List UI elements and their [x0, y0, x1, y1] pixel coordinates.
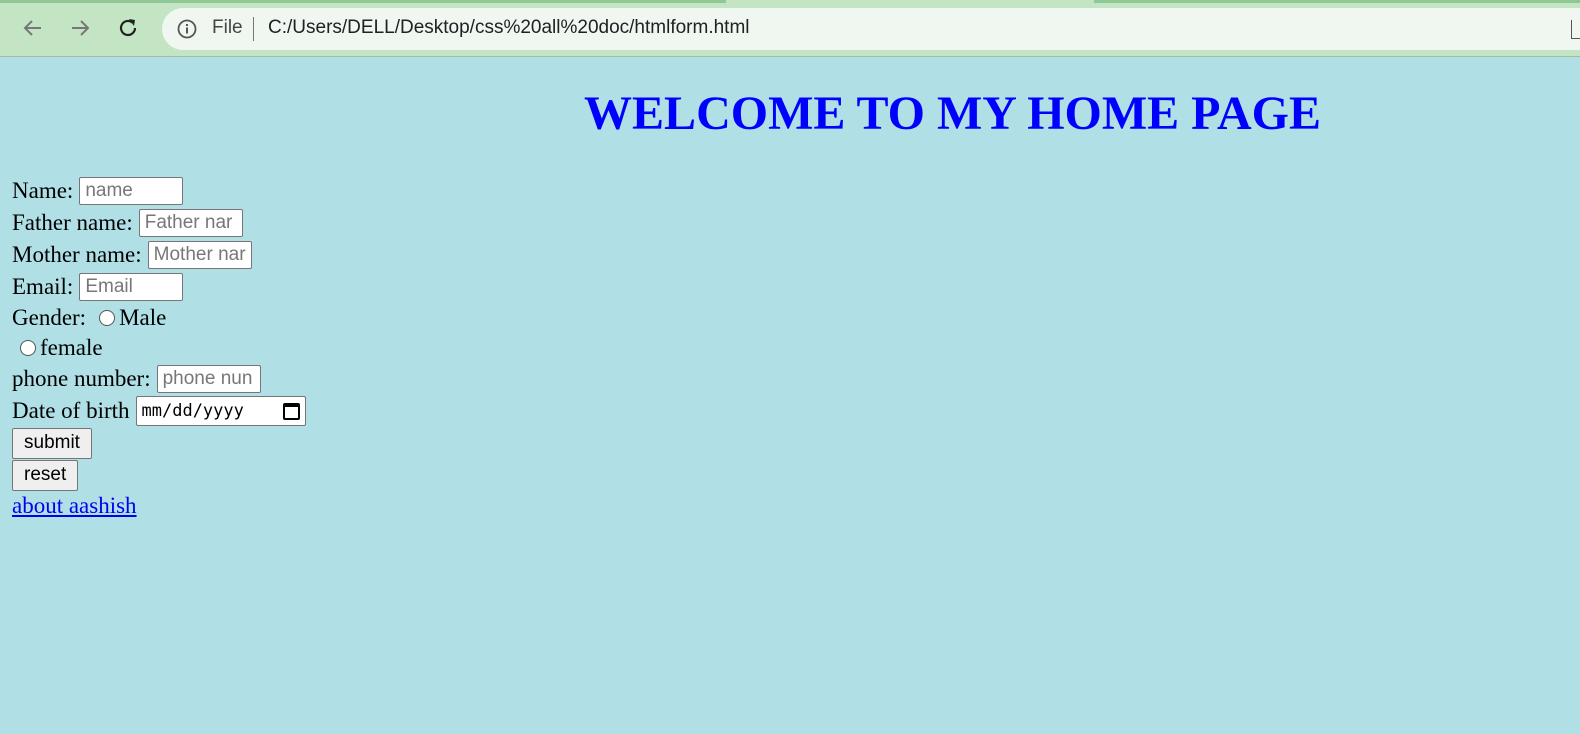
- mother-name-input[interactable]: [147, 241, 252, 269]
- link-row: about aashish: [12, 491, 306, 521]
- forward-button[interactable]: [66, 14, 94, 42]
- divider: [253, 17, 254, 41]
- gender-female-label: female: [40, 335, 103, 360]
- reload-icon: [119, 19, 137, 37]
- calendar-icon[interactable]: [282, 402, 300, 420]
- page-title: WELCOME TO MY HOME PAGE: [584, 87, 1321, 140]
- url-text[interactable]: C:/Users/DELL/Desktop/css%20all%20doc/ht…: [268, 17, 750, 39]
- email-input[interactable]: [79, 273, 184, 301]
- gender-male-label: Male: [119, 305, 167, 330]
- tab-indicator: [0, 0, 726, 3]
- window-edge-icon: [1571, 20, 1580, 39]
- dob-label: Date of birth: [12, 398, 130, 423]
- browser-toolbar: File C:/Users/DELL/Desktop/css%20all%20d…: [0, 0, 1580, 57]
- dob-placeholder: mm/dd/yyyy: [141, 401, 244, 421]
- reset-button[interactable]: reset: [12, 459, 79, 491]
- reset-row: reset: [12, 459, 306, 491]
- scheme-label: File: [212, 17, 243, 38]
- back-button[interactable]: [19, 14, 47, 42]
- mother-name-row: Mother name:: [12, 239, 306, 271]
- father-name-row: Father name:: [12, 207, 306, 239]
- gender-female-row: female: [12, 333, 306, 363]
- info-icon[interactable]: [177, 19, 197, 39]
- gender-male-radio[interactable]: [99, 310, 116, 326]
- address-bar[interactable]: File C:/Users/DELL/Desktop/css%20all%20d…: [162, 8, 1580, 50]
- email-row: Email:: [12, 271, 306, 303]
- name-label: Name:: [12, 178, 74, 203]
- submit-button[interactable]: submit: [12, 427, 92, 459]
- name-input[interactable]: [79, 177, 184, 205]
- phone-label: phone number:: [12, 366, 151, 391]
- phone-row: phone number:: [12, 363, 306, 395]
- father-name-input[interactable]: [138, 209, 243, 237]
- gender-row: Gender: Male: [12, 303, 306, 333]
- submit-row: submit: [12, 427, 306, 459]
- arrow-right-icon: [72, 20, 90, 36]
- dob-row: Date of birth mm/dd/yyyy: [12, 395, 306, 427]
- email-label: Email:: [12, 274, 74, 299]
- mother-name-label: Mother name:: [12, 242, 142, 267]
- gender-label: Gender:: [12, 305, 87, 330]
- reload-button[interactable]: [114, 14, 142, 42]
- gender-female-radio[interactable]: [20, 340, 36, 356]
- arrow-left-icon: [23, 20, 41, 36]
- about-link[interactable]: about aashish: [12, 493, 137, 519]
- tab-indicator: [1094, 0, 1580, 3]
- registration-form: Name: Father name: Mother name: Email: G…: [12, 175, 306, 521]
- phone-input[interactable]: [156, 365, 261, 393]
- dob-date-input[interactable]: mm/dd/yyyy: [135, 396, 306, 426]
- name-row: Name:: [12, 175, 306, 207]
- father-name-label: Father name:: [12, 210, 133, 235]
